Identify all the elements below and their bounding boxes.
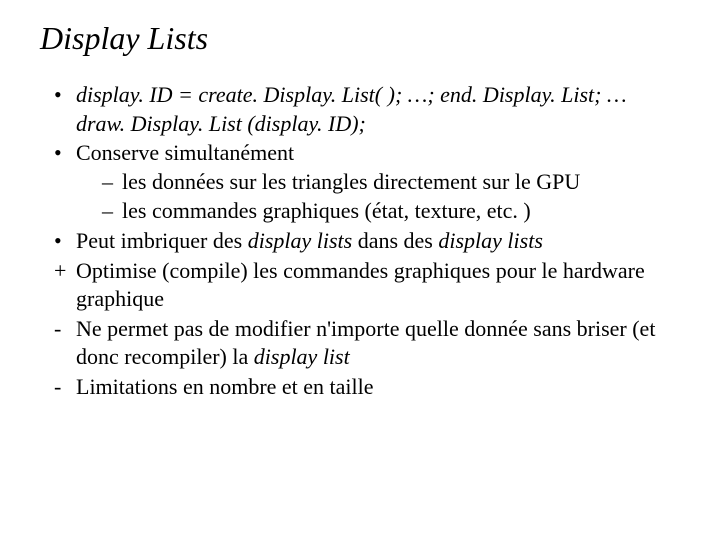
bullet-item-imbrique: • Peut imbriquer des display lists dans … xyxy=(54,227,680,256)
dash-marker: – xyxy=(102,197,113,226)
bullet-marker: • xyxy=(54,227,72,256)
slide-title: Display Lists xyxy=(40,20,680,57)
text-part: dans des xyxy=(352,228,438,253)
bullet-item-conserve: • Conserve simultanément – les données s… xyxy=(54,139,680,226)
bullet-item-nepermet: - Ne permet pas de modifier n'importe qu… xyxy=(54,315,680,372)
bullet-text: Peut imbriquer des display lists dans de… xyxy=(76,228,543,253)
text-emphasis: display list xyxy=(254,344,350,369)
sub-item: – les données sur les triangles directem… xyxy=(102,168,680,197)
sub-list: – les données sur les triangles directem… xyxy=(76,168,680,226)
plus-marker: + xyxy=(54,257,72,286)
bullet-marker: • xyxy=(54,139,72,168)
bullet-list: • display. ID = create. Display. List( )… xyxy=(40,81,680,402)
minus-marker: - xyxy=(54,373,72,402)
bullet-text: Optimise (compile) les commandes graphiq… xyxy=(76,258,645,312)
text-emphasis: display lists xyxy=(438,228,543,253)
bullet-text: Limitations en nombre et en taille xyxy=(76,374,374,399)
dash-marker: – xyxy=(102,168,113,197)
bullet-item-limitations: - Limitations en nombre et en taille xyxy=(54,373,680,402)
bullet-text: Conserve simultanément xyxy=(76,140,294,165)
text-part: Ne permet pas de modifier n'importe quel… xyxy=(76,316,655,370)
bullet-item-code: • display. ID = create. Display. List( )… xyxy=(54,81,680,138)
bullet-item-optimise: + Optimise (compile) les commandes graph… xyxy=(54,257,680,314)
slide: Display Lists • display. ID = create. Di… xyxy=(0,0,720,540)
sub-text: les données sur les triangles directemen… xyxy=(122,169,580,194)
minus-marker: - xyxy=(54,315,72,344)
bullet-marker: • xyxy=(54,81,72,110)
bullet-text: display. ID = create. Display. List( ); … xyxy=(76,82,627,136)
sub-item: – les commandes graphiques (état, textur… xyxy=(102,197,680,226)
text-part: Peut imbriquer des xyxy=(76,228,248,253)
slide-content: • display. ID = create. Display. List( )… xyxy=(40,81,680,402)
sub-text: les commandes graphiques (état, texture,… xyxy=(122,198,531,223)
text-emphasis: display lists xyxy=(248,228,353,253)
bullet-text: Ne permet pas de modifier n'importe quel… xyxy=(76,316,655,370)
